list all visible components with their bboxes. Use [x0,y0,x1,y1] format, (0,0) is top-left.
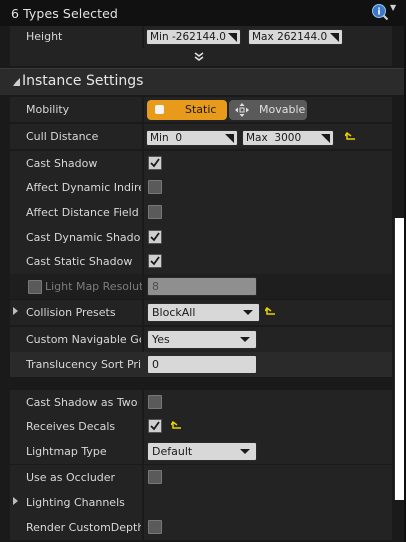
light-map-override-checkbox[interactable] [28,280,42,294]
reset-to-default-icon[interactable] [264,306,277,319]
chevron-down-icon [240,337,250,342]
move-arrows-icon [235,103,249,117]
lightmap-type-row: Lightmap Type Default [10,439,392,464]
cast-dynamic-shadow-row: Cast Dynamic Shadow [10,225,392,250]
chevron-down-icon [243,310,253,315]
cast-dynamic-shadow-checkbox[interactable] [148,230,162,244]
instance-settings-section[interactable]: Instance Settings [0,68,406,95]
reset-to-default-icon[interactable] [170,420,183,433]
render-custom-depth-row: Render CustomDepth P [10,515,392,540]
height-label: Height [26,30,63,43]
cast-shadow-two-sided-row: Cast Shadow as Two Si [10,390,392,415]
expand-arrow-icon[interactable] [13,307,18,315]
cast-static-shadow-checkbox[interactable] [148,254,162,268]
drag-handle-icon[interactable] [228,33,237,42]
light-map-label: Light Map Resolutio [45,280,142,293]
height-max-prefix: Max [252,31,274,43]
mobility-label: Mobility [26,103,70,116]
section-title: Instance Settings [22,73,144,89]
affect-distance-field-checkbox[interactable] [148,205,162,219]
affect-distance-field-row: Affect Distance Field Li [10,200,392,225]
use-as-occluder-checkbox[interactable] [148,470,162,484]
options-dropdown-icon[interactable]: ▼ [390,3,396,12]
light-map-resolution-row: Light Map Resolutio 8 [10,274,392,299]
cast-shadow-two-sided-checkbox[interactable] [148,395,162,409]
cast-static-shadow-row: Cast Static Shadow [10,249,392,274]
collapse-arrow-icon [13,78,20,86]
translucency-sort-priority-field[interactable]: 0 [147,355,257,374]
affect-dynamic-indirect-row: Affect Dynamic Indirect [10,175,392,200]
receives-decals-checkbox[interactable] [148,419,162,433]
use-as-occluder-row: Use as Occluder [10,465,392,490]
receives-decals-row: Receives Decals [10,414,392,439]
cast-shadow-row: Cast Shadow [10,151,392,176]
collision-presets-row: Collision Presets BlockAll [10,300,392,325]
cull-distance-row: Cull Distance Min 0 Max 3000 [10,124,392,149]
selection-title: 6 Types Selected [11,6,118,21]
help-icon[interactable]: i [371,3,389,21]
reset-to-default-icon[interactable] [344,131,357,144]
cast-shadow-checkbox[interactable] [148,156,162,170]
drag-handle-icon[interactable] [225,134,234,143]
drag-handle-icon[interactable] [321,134,330,143]
mobility-movable-option[interactable]: Movable [229,100,307,120]
expand-arrow-icon[interactable] [13,497,18,505]
mobility-static-option[interactable]: Static [147,100,227,120]
translucency-sort-priority-row: Translucency Sort Prio 0 [10,352,392,377]
custom-navigable-dropdown[interactable]: Yes [147,330,257,349]
height-max-value: 262144.0 [277,31,328,43]
cull-distance-label: Cull Distance [26,130,99,143]
height-max-field[interactable]: Max 262144.0 [248,29,343,45]
chevron-down-icon [240,449,250,454]
height-min-value: -262144.0 [171,31,226,43]
drag-handle-icon[interactable] [330,33,339,42]
mobility-row: Mobility Static Movable [10,97,392,122]
affect-dynamic-indirect-checkbox[interactable] [148,180,162,194]
cull-max-field[interactable]: Max 3000 [242,130,334,146]
chevron-down-icon [194,52,204,62]
details-header: 6 Types Selected i ▼ [0,0,406,26]
svg-text:i: i [377,8,380,18]
collision-presets-dropdown[interactable]: BlockAll [147,303,260,322]
details-panel: 6 Types Selected i ▼ Height Min -262144.… [0,0,406,542]
advanced-expander[interactable] [10,48,392,66]
light-map-resolution-field: 8 [147,277,257,296]
render-custom-depth-checkbox[interactable] [148,520,162,534]
lighting-channels-row: Lighting Channels [10,490,392,515]
radio-indicator [155,105,164,114]
height-min-prefix: Min [150,31,169,43]
lightmap-type-dropdown[interactable]: Default [147,442,257,461]
custom-navigable-geometry-row: Custom Navigable Geor Yes [10,327,392,352]
height-min-field[interactable]: Min -262144.0 [146,29,241,45]
cull-min-field[interactable]: Min 0 [146,130,238,146]
